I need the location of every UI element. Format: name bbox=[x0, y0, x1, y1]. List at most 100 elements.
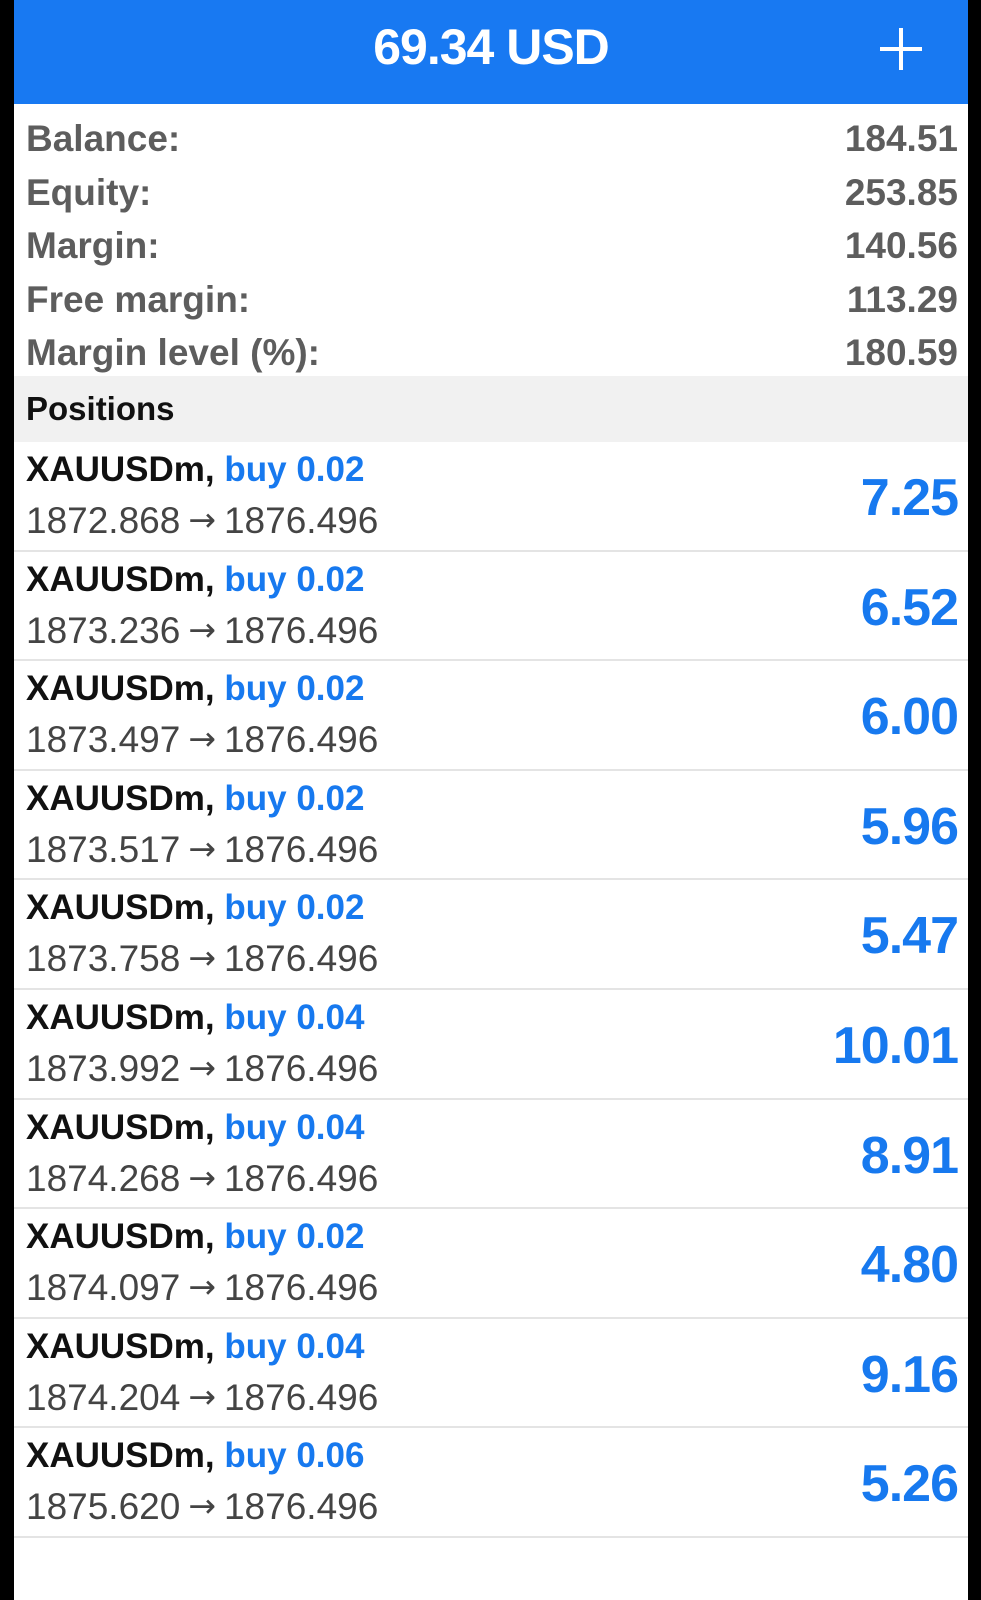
position-type: buy 0.04 bbox=[224, 1107, 365, 1147]
position-profit: 7.25 bbox=[860, 469, 959, 527]
position-current-price: 1876.496 bbox=[223, 500, 379, 541]
arrow-right-icon: → bbox=[188, 1376, 216, 1416]
position-current-price: 1876.496 bbox=[223, 828, 379, 870]
header-bar: 69.34 USD bbox=[14, 0, 968, 104]
position-symbol: XAUUSDm, bbox=[26, 1107, 215, 1147]
position-row[interactable]: XAUUSDm, buy 0.04 1874.268 → 1876.496 8.91 bbox=[14, 1100, 968, 1210]
position-symbol: XAUUSDm, bbox=[26, 1217, 215, 1257]
position-profit: 6.00 bbox=[860, 688, 959, 747]
position-current-price: 1876.496 bbox=[223, 1157, 379, 1199]
position-open-price: 1872.868 bbox=[26, 500, 181, 541]
position-current-price: 1876.496 bbox=[223, 1047, 379, 1089]
summary-label: Margin level (%): bbox=[26, 332, 320, 373]
summary-label: Balance: bbox=[26, 118, 181, 159]
account-summary: Balance: 184.51 Equity: 253.85 Margin: 1… bbox=[14, 104, 968, 376]
position-symbol: XAUUSDm, bbox=[26, 450, 215, 489]
position-header: XAUUSDm, buy 0.04 bbox=[26, 1327, 364, 1367]
arrow-right-icon: → bbox=[188, 938, 216, 978]
position-type: buy 0.04 bbox=[224, 997, 365, 1037]
position-row[interactable]: XAUUSDm, buy 0.04 1874.204 → 1876.496 9.16 bbox=[14, 1319, 968, 1429]
position-symbol: XAUUSDm, bbox=[26, 778, 215, 818]
summary-row-margin: Margin: 140.56 bbox=[14, 219, 968, 273]
position-header: XAUUSDm, buy 0.04 bbox=[26, 1108, 364, 1148]
position-header: XAUUSDm, buy 0.06 bbox=[26, 1436, 364, 1476]
arrow-right-icon: → bbox=[188, 609, 216, 649]
position-prices: 1874.097 → 1876.496 bbox=[26, 1267, 378, 1309]
position-type: buy 0.06 bbox=[224, 1436, 365, 1476]
positions-section-header: Positions bbox=[14, 376, 968, 442]
position-open-price: 1873.236 bbox=[26, 609, 181, 651]
summary-row-margin-level: Margin level (%): 180.59 bbox=[14, 326, 968, 380]
position-open-price: 1874.268 bbox=[26, 1157, 181, 1199]
summary-row-equity: Equity: 253.85 bbox=[14, 166, 968, 220]
position-type: buy 0.02 bbox=[224, 450, 365, 489]
arrow-right-icon: → bbox=[188, 1157, 216, 1197]
position-row[interactable]: XAUUSDm, buy 0.02 1874.097 → 1876.496 4.80 bbox=[14, 1209, 968, 1319]
position-profit: 10.01 bbox=[832, 1016, 959, 1075]
summary-value: 180.59 bbox=[844, 332, 958, 373]
position-header: XAUUSDm, buy 0.02 bbox=[26, 669, 364, 709]
summary-row-balance: Balance: 184.51 bbox=[14, 112, 968, 166]
position-header: XAUUSDm, buy 0.04 bbox=[26, 998, 364, 1038]
positions-section-title: Positions bbox=[26, 390, 175, 427]
position-row[interactable]: XAUUSDm, buy 0.02 1873.236 → 1876.496 6.52 bbox=[14, 552, 968, 662]
position-row[interactable]: XAUUSDm, buy 0.02 1873.517 → 1876.496 5.96 bbox=[14, 771, 968, 881]
position-profit: 5.47 bbox=[860, 907, 959, 966]
summary-value: 113.29 bbox=[846, 278, 958, 320]
trade-screen: 69.34 USD Balance: 184.51 Equity: 253.85… bbox=[14, 0, 968, 1600]
position-profit: 4.80 bbox=[860, 1236, 959, 1295]
position-type: buy 0.04 bbox=[224, 1326, 365, 1366]
position-current-price: 1876.496 bbox=[223, 1486, 379, 1528]
position-row[interactable]: XAUUSDm, buy 0.06 1875.620 → 1876.496 5.26 bbox=[14, 1428, 968, 1538]
position-current-price: 1876.496 bbox=[223, 719, 379, 761]
position-row[interactable]: XAUUSDm, buy 0.02 1872.868 → 1876.496 7.25 bbox=[14, 442, 968, 552]
position-open-price: 1875.620 bbox=[26, 1486, 181, 1528]
position-open-price: 1874.204 bbox=[26, 1376, 181, 1418]
position-header: XAUUSDm, buy 0.02 bbox=[26, 560, 364, 600]
position-prices: 1873.992 → 1876.496 bbox=[26, 1048, 378, 1090]
position-profit: 6.52 bbox=[860, 578, 959, 637]
summary-label: Free margin: bbox=[26, 278, 251, 320]
position-prices: 1873.517 → 1876.496 bbox=[26, 829, 378, 871]
position-current-price: 1876.496 bbox=[223, 1267, 379, 1309]
position-row[interactable]: XAUUSDm, buy 0.02 1873.497 → 1876.496 6.00 bbox=[14, 661, 968, 771]
position-type: buy 0.02 bbox=[224, 1217, 365, 1257]
position-header: XAUUSDm, buy 0.02 bbox=[26, 779, 364, 819]
position-row[interactable]: XAUUSDm, buy 0.04 1873.992 → 1876.496 10.0… bbox=[14, 990, 968, 1100]
position-prices: 1873.497 → 1876.496 bbox=[26, 719, 378, 761]
summary-value: 253.85 bbox=[844, 171, 958, 213]
position-open-price: 1874.097 bbox=[26, 1267, 181, 1309]
summary-row-free-margin: Free margin: 113.29 bbox=[14, 273, 968, 327]
arrow-right-icon: → bbox=[188, 828, 216, 868]
arrow-right-icon: → bbox=[188, 500, 216, 539]
position-open-price: 1873.497 bbox=[26, 719, 181, 761]
summary-value: 184.51 bbox=[844, 118, 958, 159]
position-type: buy 0.02 bbox=[224, 559, 365, 599]
position-type: buy 0.02 bbox=[224, 888, 365, 928]
position-profit: 9.16 bbox=[860, 1345, 959, 1404]
plus-icon bbox=[880, 28, 922, 70]
position-open-price: 1873.758 bbox=[26, 938, 181, 980]
summary-label: Equity: bbox=[26, 171, 152, 213]
positions-list: XAUUSDm, buy 0.02 1872.868 → 1876.496 7.25… bbox=[14, 442, 968, 1538]
position-symbol: XAUUSDm, bbox=[26, 669, 215, 709]
position-current-price: 1876.496 bbox=[223, 609, 379, 651]
position-symbol: XAUUSDm, bbox=[26, 1326, 215, 1366]
position-type: buy 0.02 bbox=[224, 778, 365, 818]
arrow-right-icon: → bbox=[188, 1047, 216, 1087]
position-symbol: XAUUSDm, bbox=[26, 888, 215, 928]
position-profit: 5.26 bbox=[860, 1455, 959, 1514]
position-header: XAUUSDm, buy 0.02 bbox=[26, 450, 364, 490]
total-profit-title: 69.34 USD bbox=[373, 19, 610, 75]
position-row[interactable]: XAUUSDm, buy 0.02 1873.758 → 1876.496 5.47 bbox=[14, 880, 968, 990]
position-current-price: 1876.496 bbox=[223, 1376, 379, 1418]
position-header: XAUUSDm, buy 0.02 bbox=[26, 1217, 364, 1257]
add-order-button[interactable] bbox=[870, 18, 932, 80]
position-type: buy 0.02 bbox=[224, 669, 365, 709]
position-open-price: 1873.517 bbox=[26, 828, 181, 870]
position-symbol: XAUUSDm, bbox=[26, 559, 215, 599]
position-symbol: XAUUSDm, bbox=[26, 997, 215, 1037]
position-prices: 1874.204 → 1876.496 bbox=[26, 1377, 378, 1419]
position-prices: 1875.620 → 1876.496 bbox=[26, 1486, 378, 1528]
position-open-price: 1873.992 bbox=[26, 1047, 181, 1089]
